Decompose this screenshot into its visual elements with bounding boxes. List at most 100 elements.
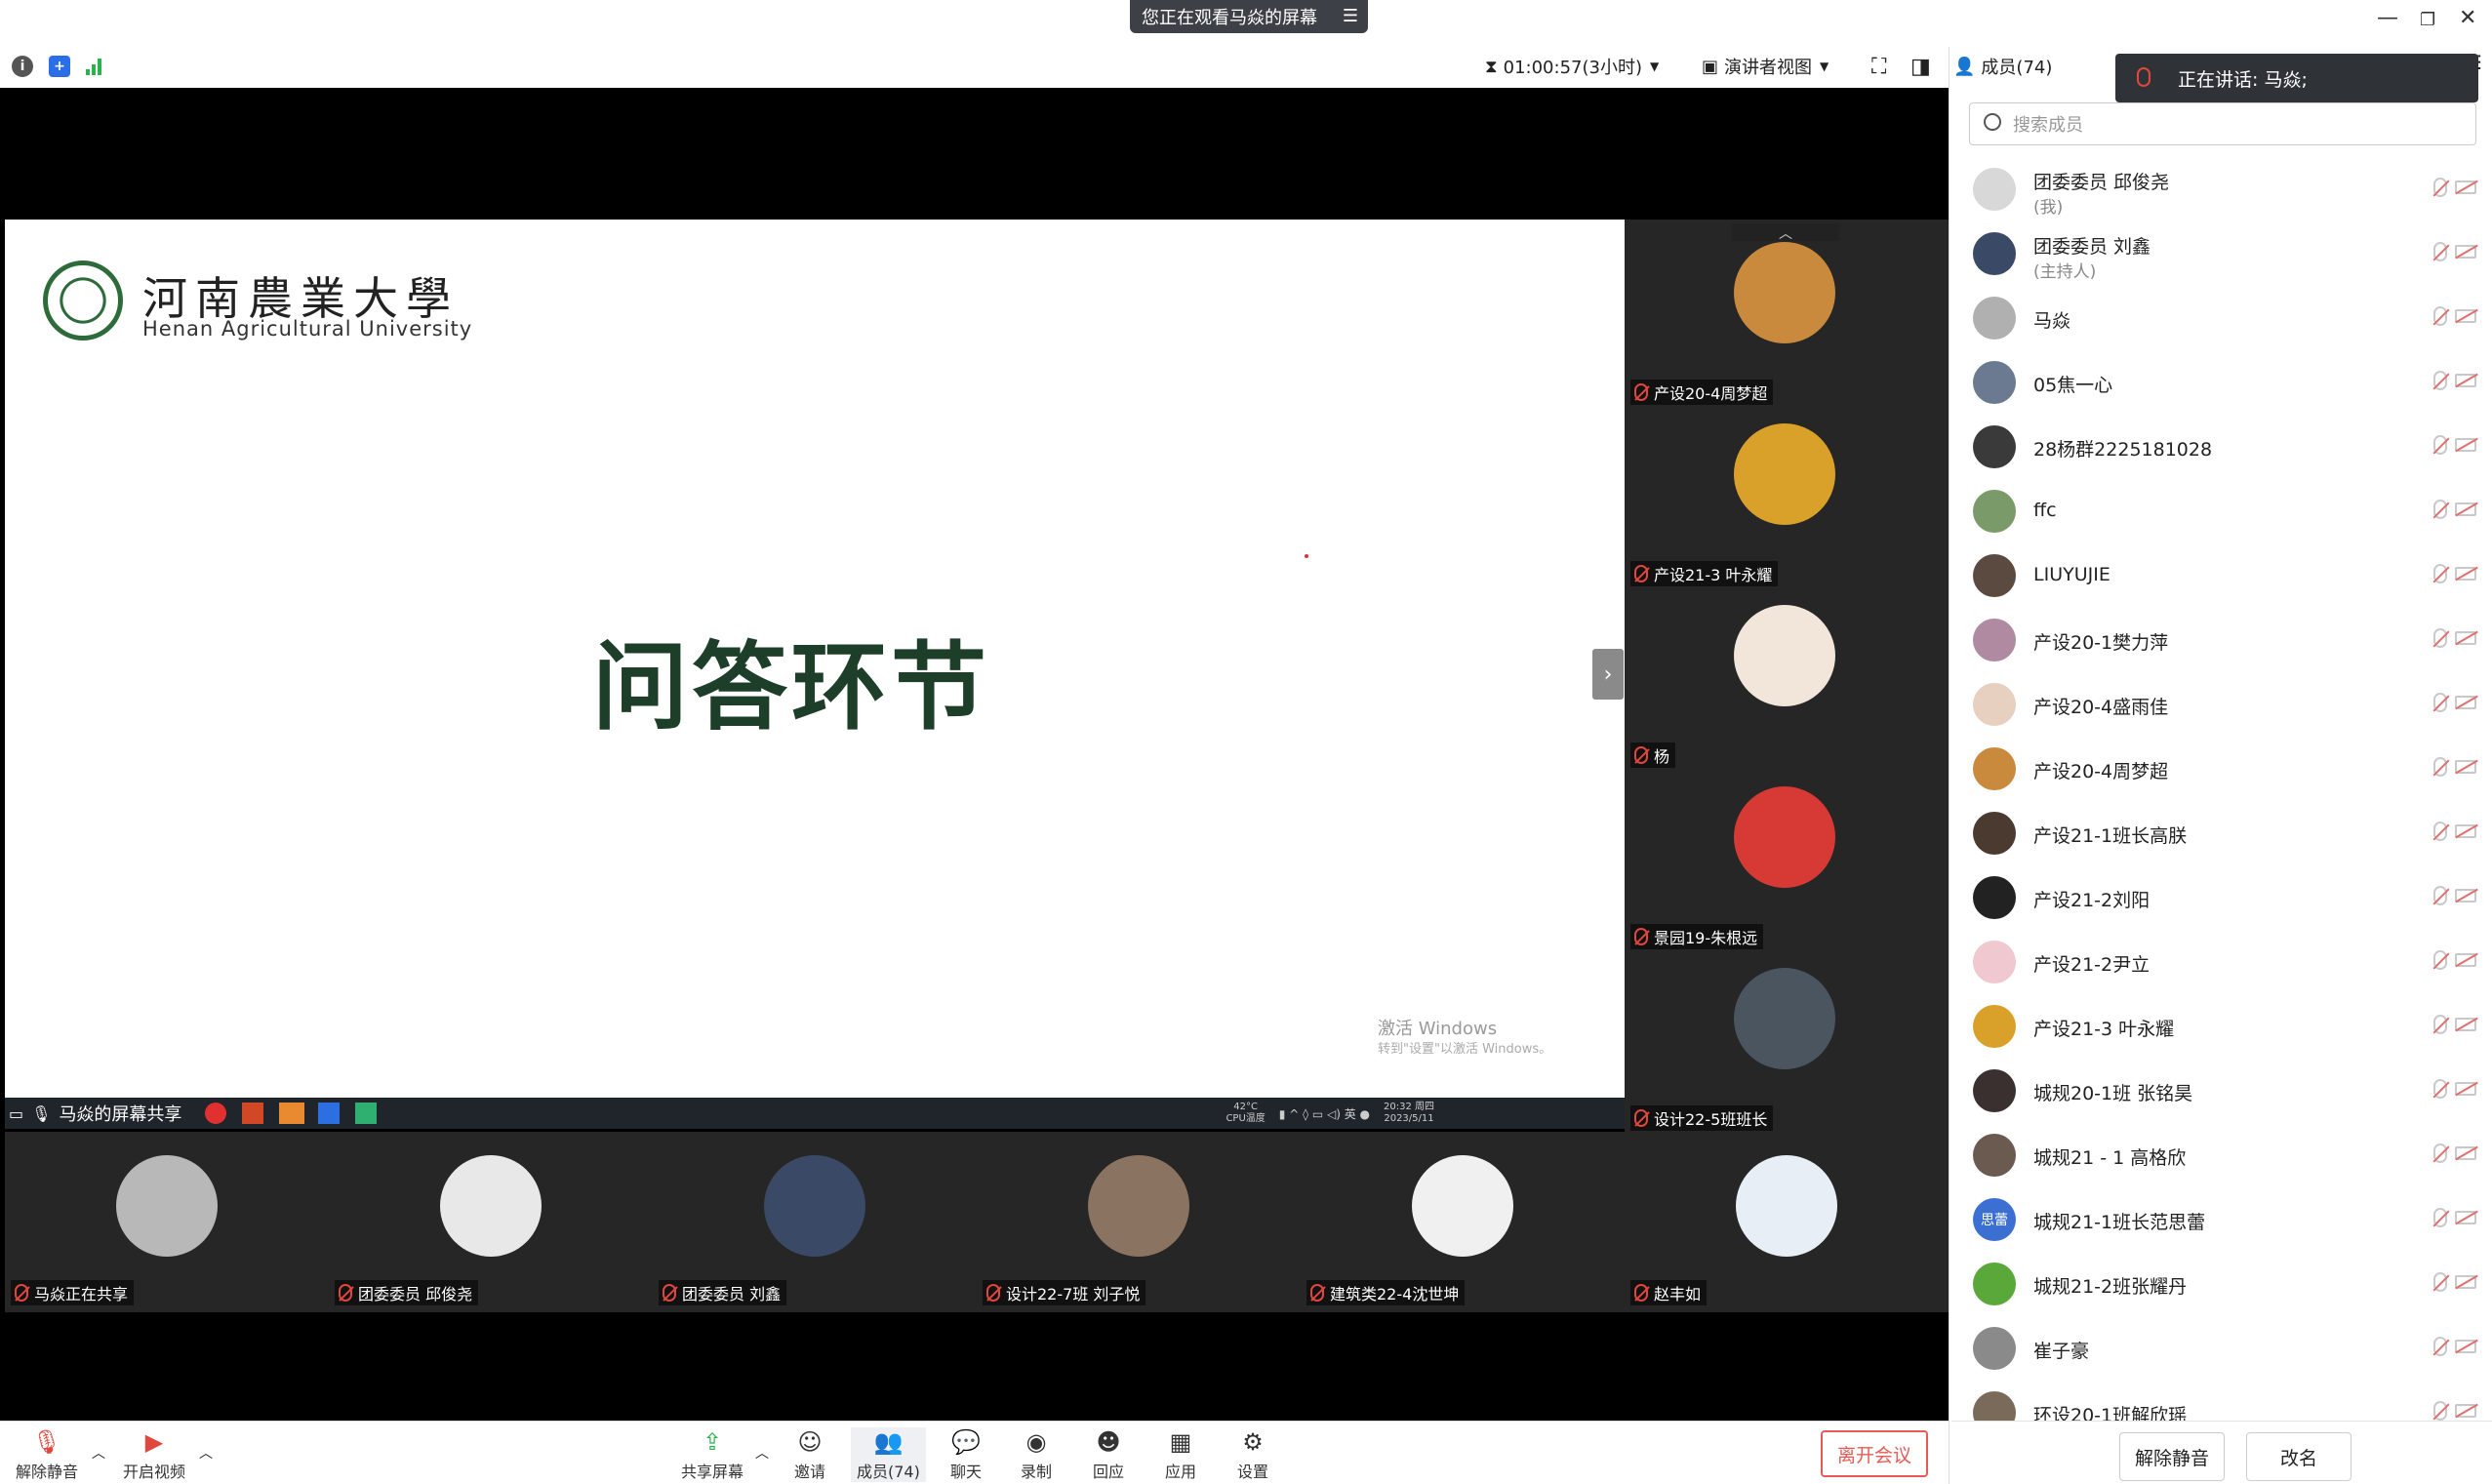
video-off-icon[interactable]	[2455, 1211, 2476, 1224]
video-tile[interactable]: 马焱正在共享	[5, 1132, 329, 1312]
member-row[interactable]: 28杨群2225181028	[1969, 414, 2476, 476]
meeting-timer[interactable]: ⧗ 01:00:57(3小时) ▼	[1485, 54, 1659, 79]
muted-mic-icon[interactable]	[2433, 950, 2447, 970]
video-tile[interactable]: 景园19-朱根远	[1625, 772, 1949, 953]
close-icon[interactable]: ✕	[2459, 6, 2476, 30]
start-video-button[interactable]: ▶ 开启视频	[123, 1427, 185, 1482]
member-row[interactable]: 崔子豪	[1969, 1315, 2476, 1378]
next-page-button[interactable]: ›	[1592, 649, 1624, 700]
member-row[interactable]: 城规20-1班 张铭昊	[1969, 1058, 2476, 1120]
member-row[interactable]: 马焱	[1969, 285, 2476, 347]
rename-button[interactable]: 改名	[2246, 1432, 2351, 1481]
video-off-icon[interactable]	[2455, 567, 2476, 581]
settings-button[interactable]: ⚙ 设置	[1237, 1427, 1268, 1482]
video-off-icon[interactable]	[2455, 309, 2476, 323]
member-row[interactable]: 产设21-2尹立	[1969, 929, 2476, 991]
muted-mic-icon[interactable]	[2433, 1015, 2447, 1034]
video-off-icon[interactable]	[2455, 180, 2476, 194]
video-tile[interactable]: 团委委员 邱俊尧	[329, 1132, 653, 1312]
muted-mic-icon[interactable]	[2433, 1143, 2447, 1163]
view-mode-dropdown[interactable]: ▣ 演讲者视图 ▼	[1702, 54, 1829, 79]
muted-mic-icon[interactable]	[2433, 628, 2447, 648]
muted-mic-icon[interactable]	[2433, 1079, 2447, 1099]
member-row[interactable]: 产设20-4盛雨佳	[1969, 671, 2476, 734]
member-row[interactable]: 思蕾 城规21-1班长范思蕾	[1969, 1186, 2476, 1249]
muted-mic-icon[interactable]	[2433, 757, 2447, 777]
muted-mic-icon[interactable]	[2433, 306, 2447, 326]
member-row[interactable]: 产设21-2刘阳	[1969, 864, 2476, 927]
member-row[interactable]: 产设21-1班长高朕	[1969, 800, 2476, 862]
react-button[interactable]: ☻ 回应	[1093, 1427, 1124, 1482]
muted-mic-icon[interactable]	[2433, 178, 2447, 197]
muted-mic-icon[interactable]	[2433, 242, 2447, 261]
video-tile[interactable]: 建筑类22-4沈世坤	[1301, 1132, 1625, 1312]
video-tile[interactable]: 团委委员 刘鑫	[653, 1132, 977, 1312]
muted-mic-icon[interactable]	[2433, 1337, 2447, 1356]
video-tile[interactable]: 设计22-5班班长	[1625, 953, 1949, 1135]
muted-mic-icon[interactable]	[2433, 822, 2447, 841]
video-tile[interactable]: 设计22-7班 刘子悦	[977, 1132, 1301, 1312]
video-off-icon[interactable]	[2455, 889, 2476, 902]
chevron-up-icon[interactable]: ︿	[92, 1443, 105, 1463]
signal-icon[interactable]	[86, 58, 101, 75]
video-off-icon[interactable]	[2455, 1082, 2476, 1096]
video-off-icon[interactable]	[2455, 1018, 2476, 1031]
muted-mic-icon[interactable]	[2433, 1401, 2447, 1421]
maximize-icon[interactable]: ❐	[2420, 10, 2435, 30]
member-row[interactable]: 城规21 - 1 高格欣	[1969, 1122, 2476, 1184]
muted-mic-icon[interactable]	[2433, 1272, 2447, 1292]
muted-mic-icon[interactable]	[2433, 500, 2447, 519]
video-off-icon[interactable]	[2455, 438, 2476, 452]
video-tile[interactable]: 赵丰如	[1625, 1132, 1949, 1312]
video-off-icon[interactable]	[2455, 696, 2476, 709]
chat-button[interactable]: 💬 聊天	[950, 1427, 982, 1482]
video-tile[interactable]: 产设21-3 叶永耀	[1625, 409, 1949, 590]
video-tile[interactable]: 杨	[1625, 590, 1949, 772]
member-row[interactable]: 团委委员 刘鑫 (主持人)	[1969, 221, 2476, 283]
member-row[interactable]: ffc	[1969, 478, 2476, 541]
member-row[interactable]: 产设21-3 叶永耀	[1969, 993, 2476, 1056]
unmute-all-button[interactable]: 解除静音	[2119, 1432, 2225, 1481]
member-row[interactable]: 05焦一心	[1969, 349, 2476, 412]
fullscreen-icon[interactable]: ⛶	[1871, 55, 1886, 79]
record-button[interactable]: ◉ 录制	[1021, 1427, 1052, 1482]
viewing-banner[interactable]: 您正在观看马焱的屏幕 ☰	[1130, 0, 1368, 33]
shield-icon[interactable]: +	[49, 56, 70, 77]
invite-button[interactable]: ☺ 邀请	[794, 1427, 825, 1482]
share-screen-button[interactable]: ⇪ 共享屏幕	[681, 1427, 744, 1482]
muted-mic-icon[interactable]	[2433, 1208, 2447, 1227]
video-off-icon[interactable]	[2455, 824, 2476, 838]
chevron-up-icon[interactable]: ︿	[199, 1443, 213, 1463]
search-members-input[interactable]: 搜索成员	[1969, 102, 2476, 145]
minimize-icon[interactable]: —	[2377, 6, 2398, 30]
video-off-icon[interactable]	[2455, 374, 2476, 387]
member-row[interactable]: LIUYUJIE	[1969, 542, 2476, 605]
muted-mic-icon[interactable]	[2433, 435, 2447, 455]
video-off-icon[interactable]	[2455, 631, 2476, 645]
leave-meeting-button[interactable]: 离开会议	[1821, 1430, 1928, 1477]
muted-mic-icon[interactable]	[2433, 564, 2447, 583]
video-off-icon[interactable]	[2455, 1404, 2476, 1418]
members-button[interactable]: 👥 成员(74)	[851, 1427, 926, 1482]
video-off-icon[interactable]	[2455, 1275, 2476, 1289]
video-off-icon[interactable]	[2455, 953, 2476, 967]
member-row[interactable]: 城规21-2班张耀丹	[1969, 1251, 2476, 1313]
member-row[interactable]: 团委委员 邱俊尧 (我)	[1969, 156, 2476, 219]
video-off-icon[interactable]	[2455, 502, 2476, 516]
video-off-icon[interactable]	[2455, 760, 2476, 774]
video-tile[interactable]: 产设20-4周梦超	[1625, 227, 1949, 409]
muted-mic-icon[interactable]	[2433, 371, 2447, 390]
unmute-button[interactable]: 🎙 解除静音	[16, 1427, 78, 1482]
chevron-up-icon[interactable]: ︿	[755, 1443, 769, 1463]
member-row[interactable]: 产设20-1樊力萍	[1969, 607, 2476, 669]
muted-mic-icon[interactable]	[2433, 886, 2447, 905]
video-off-icon[interactable]	[2455, 1340, 2476, 1353]
sidebar-toggle-icon[interactable]: ◨	[1910, 55, 1931, 79]
video-off-icon[interactable]	[2455, 245, 2476, 259]
muted-mic-icon[interactable]	[2433, 693, 2447, 712]
video-off-icon[interactable]	[2455, 1146, 2476, 1160]
menu-icon[interactable]: ☰	[1343, 6, 1358, 26]
info-icon[interactable]: i	[12, 56, 33, 77]
apps-button[interactable]: ▦ 应用	[1165, 1427, 1196, 1482]
member-row[interactable]: 产设20-4周梦超	[1969, 736, 2476, 798]
